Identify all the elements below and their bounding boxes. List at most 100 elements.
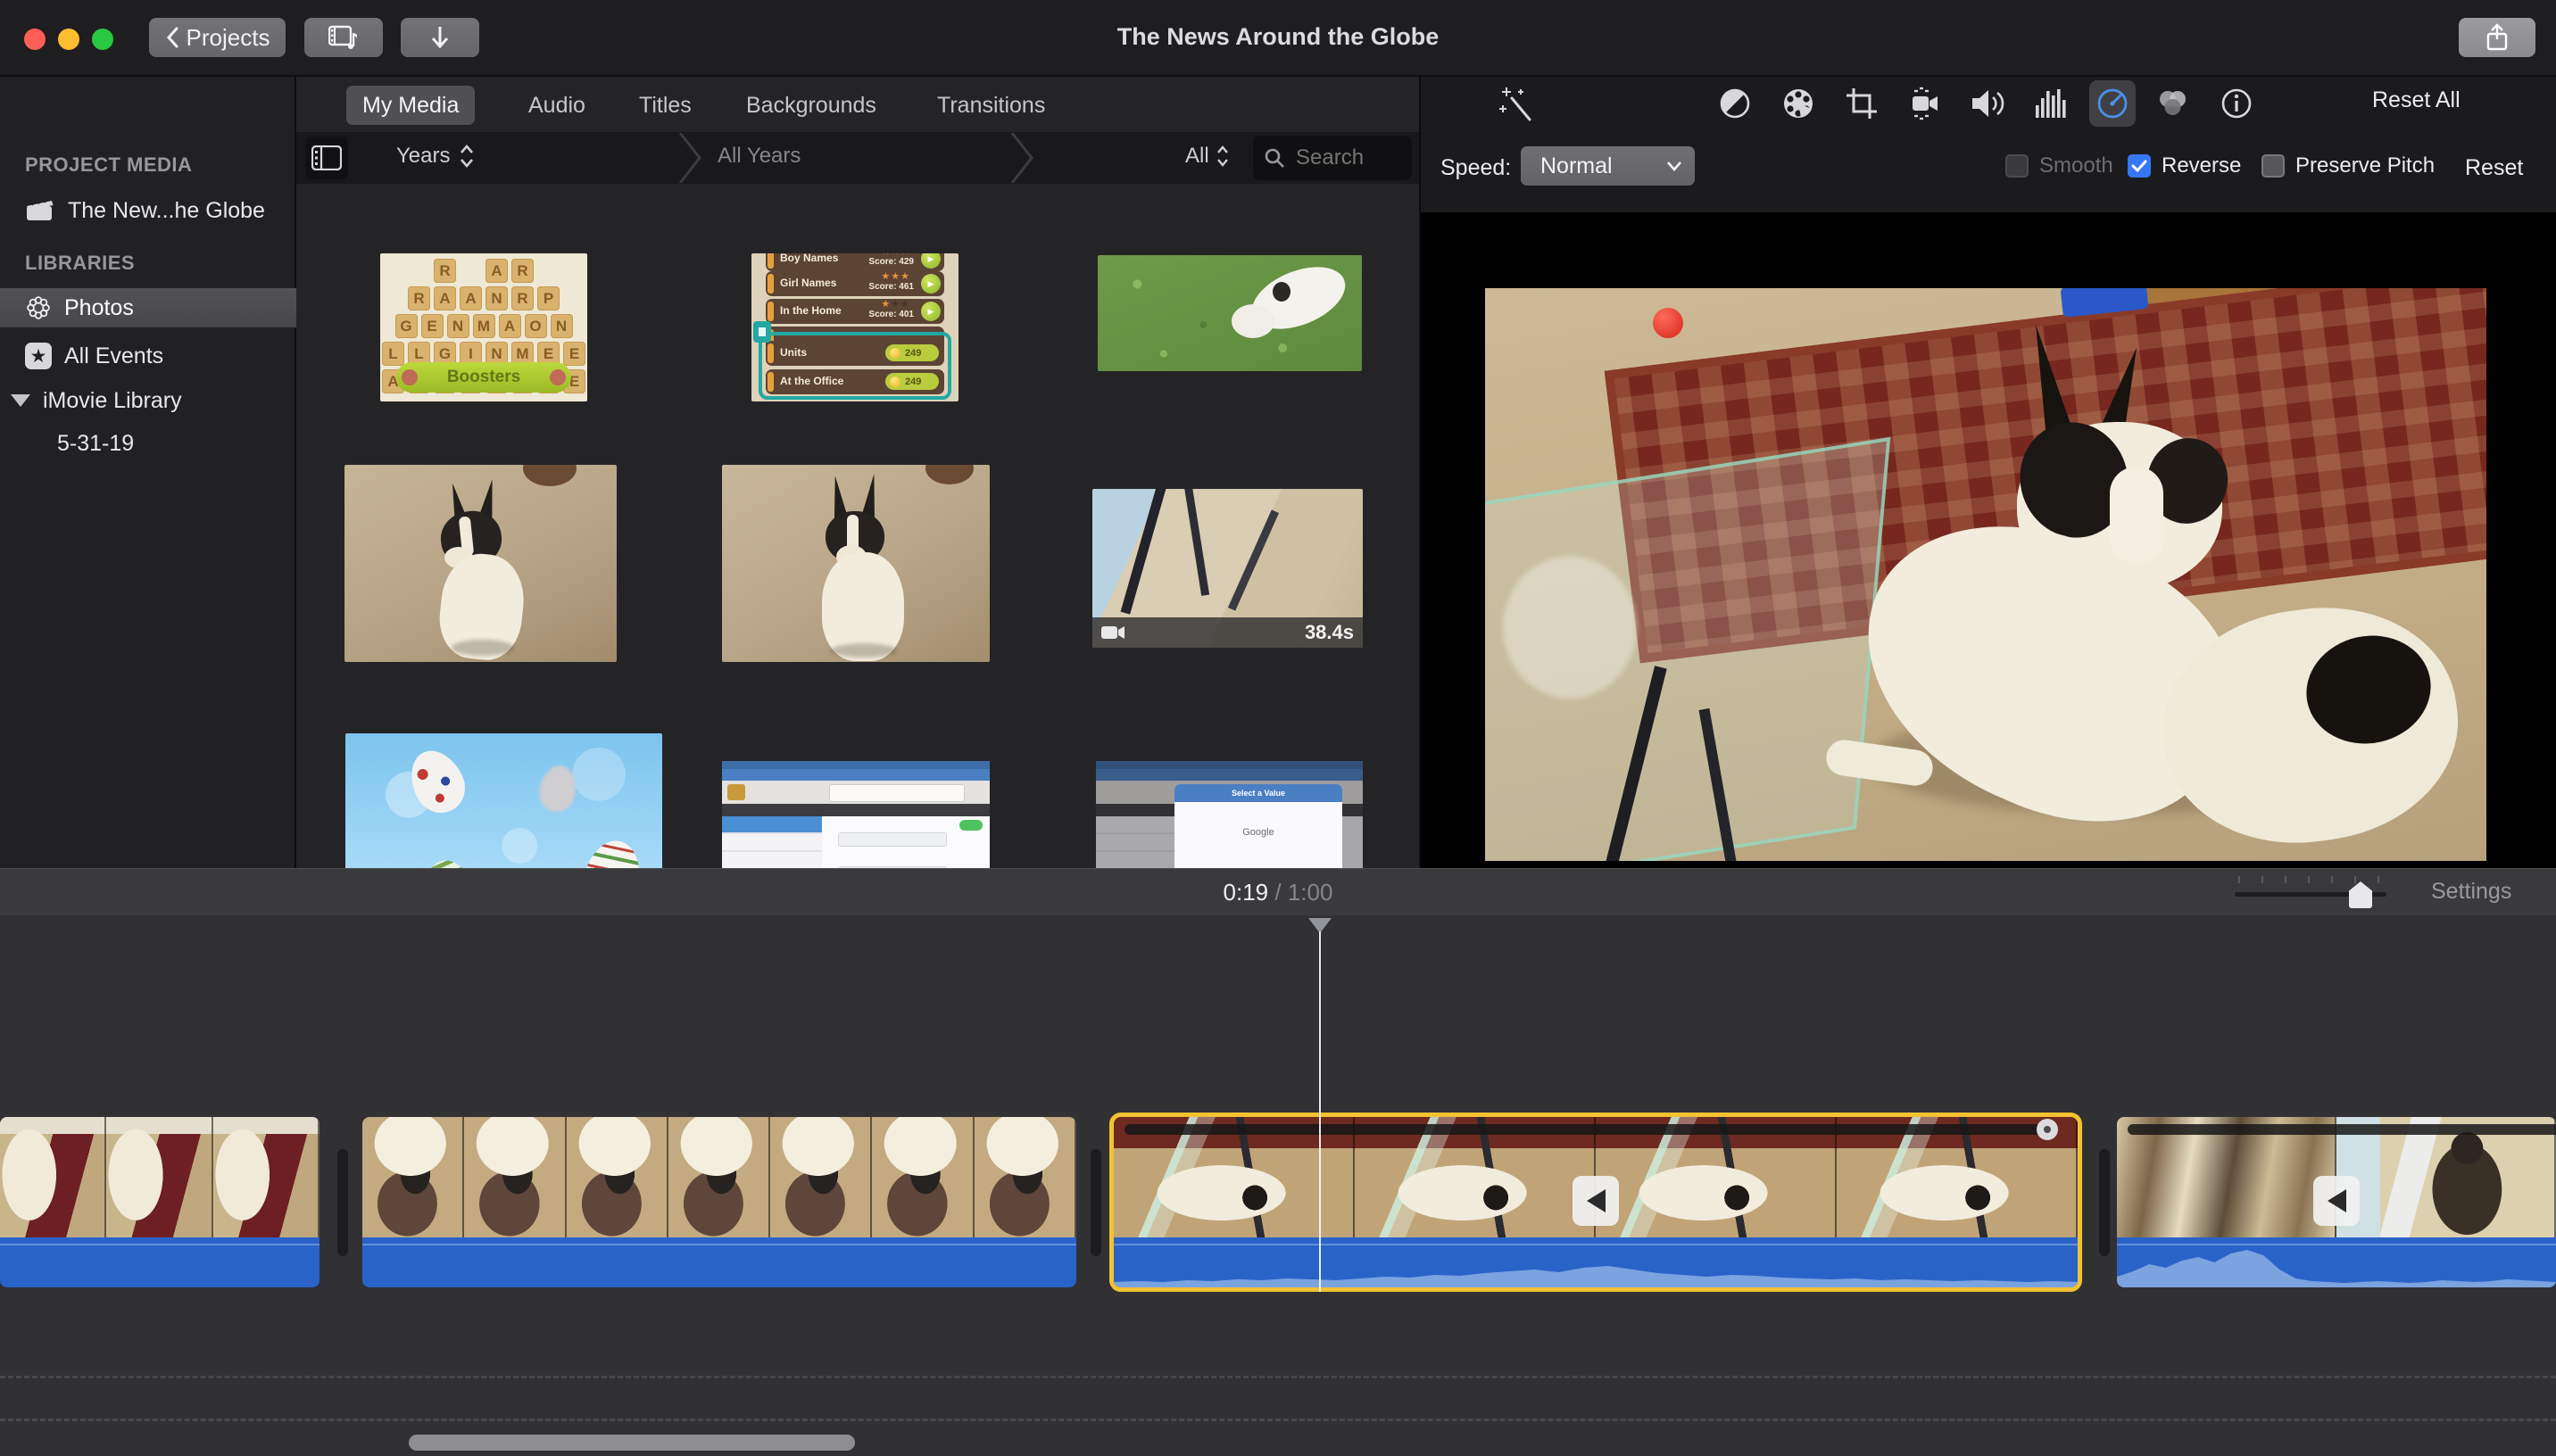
media-thumb-easter-eggs[interactable] [345, 733, 662, 868]
reverse-checkbox-group[interactable]: Reverse [2128, 153, 2241, 178]
sidebar-toggle-button[interactable] [305, 136, 348, 179]
libraries-header: LIBRARIES [25, 252, 136, 274]
media-thumb-dog-portrait-1[interactable] [344, 465, 617, 662]
play-level-button: ▶ [921, 302, 941, 321]
photos-flower-icon [25, 294, 52, 321]
video-frame[interactable] [1485, 288, 2486, 861]
letter-tile: A [434, 286, 456, 310]
playhead-line[interactable] [1319, 931, 1321, 1292]
timeline-clip-3-selected[interactable] [1109, 1113, 2082, 1292]
crop-icon [1846, 88, 1877, 119]
speaker-icon [1972, 90, 2004, 117]
sidebar-all-events-label: All Events [64, 343, 164, 368]
media-grid: RARRAANRPGENMAONLLGINMEEAPEPAYLE Booster… [296, 184, 1419, 868]
updown-chevrons-icon [1216, 145, 1228, 167]
media-thumb-word-game[interactable]: RARRAANRPGENMAONLLGINMEEAPEPAYLE Booster… [380, 253, 587, 401]
auto-enhance-button[interactable] [1494, 80, 1540, 127]
preserve-pitch-checkbox[interactable] [2261, 154, 2285, 178]
info-button[interactable] [2213, 80, 2260, 127]
project-media-header: PROJECT MEDIA [25, 153, 193, 176]
clip-gap-handle[interactable] [1091, 1149, 1101, 1256]
timeline-clip-4[interactable] [2117, 1117, 2556, 1287]
share-button[interactable] [2459, 18, 2535, 57]
clip-audio-track [2117, 1237, 2556, 1287]
timeline-zoom-slider[interactable] [2235, 876, 2395, 908]
timeline-clip-1[interactable] [0, 1117, 320, 1287]
sidebar-item-imovie-library[interactable]: iMovie Library [0, 381, 305, 420]
clip-audio-track [0, 1237, 320, 1287]
slider-thumb[interactable] [2349, 881, 2372, 908]
bookmark-icon [753, 321, 771, 343]
sidebar-event-label: 5-31-19 [57, 430, 135, 456]
letter-tile: L [382, 342, 404, 366]
red-ball-art [1653, 308, 1683, 338]
color-correction-button[interactable] [1775, 80, 1822, 127]
clip-speed-bar[interactable] [1124, 1124, 2047, 1135]
booster-dot [550, 369, 566, 385]
timeline-horizontal-scrollbar[interactable] [409, 1435, 855, 1451]
speed-label: Speed: [1440, 155, 1512, 180]
group-by-value: Years [396, 144, 451, 168]
volume-button[interactable] [1965, 80, 2012, 127]
disclosure-triangle-icon[interactable] [11, 394, 30, 407]
sidebar-item-photos[interactable]: Photos [0, 288, 320, 327]
breadcrumb-separator [1010, 133, 1033, 183]
letter-tile: N [550, 314, 573, 338]
media-thumb-ipad-screen-1[interactable] [722, 761, 990, 868]
speed-reset-button[interactable]: Reset [2465, 155, 2523, 181]
letter-tile: R [511, 259, 534, 283]
kind-filter-dropdown[interactable]: All [1185, 144, 1229, 169]
color-balance-button[interactable] [1712, 80, 1758, 127]
tab-audio[interactable]: Audio [512, 86, 602, 125]
teal-highlight-box [759, 332, 951, 400]
crop-button[interactable] [1838, 80, 1885, 127]
sidebar-imovie-library-label: iMovie Library [43, 387, 182, 413]
total-time: 1:00 [1287, 879, 1333, 906]
letter-tile: R [408, 286, 430, 310]
clip-gap-handle[interactable] [337, 1149, 348, 1256]
timeline[interactable] [0, 915, 2556, 1456]
sidebar-item-project[interactable]: The New...he Globe [0, 191, 320, 230]
tab-transitions[interactable]: Transitions [921, 86, 1061, 125]
media-thumb-video-clip[interactable]: 38.4s [1092, 489, 1363, 648]
media-thumb-ipad-screen-2[interactable]: Select a Value Google [1096, 761, 1363, 868]
preserve-pitch-checkbox-group[interactable]: Preserve Pitch [2261, 153, 2435, 178]
reverse-checkbox[interactable] [2128, 154, 2151, 178]
ipad-field-art [838, 832, 947, 847]
checkmark-icon [2131, 160, 2147, 172]
sidebar-item-all-events[interactable]: ★ All Events [0, 336, 320, 376]
video-camera-icon [1101, 625, 1126, 641]
reverse-label: Reverse [2162, 153, 2242, 178]
speed-handle[interactable] [2037, 1119, 2058, 1140]
timeline-settings-button[interactable]: Settings [2431, 879, 2511, 905]
game-menu-row: In the Home ★★★ Score: 401 ▶ [766, 299, 944, 324]
speed-value-dropdown[interactable]: Normal [1521, 146, 1695, 186]
ipad-sidebar-selected-art [722, 816, 822, 832]
share-icon [2485, 23, 2509, 52]
search-input[interactable] [1294, 145, 1405, 171]
tab-my-media[interactable]: My Media [346, 86, 476, 125]
clip-gap-handle[interactable] [2099, 1149, 2110, 1256]
boosters-label: Boosters [446, 368, 521, 386]
media-thumb-game-menu[interactable]: Boy Names★★★Score: 429▶Girl Names★★★Scor… [751, 253, 958, 401]
media-thumb-dog-grass[interactable] [1098, 255, 1362, 371]
search-field[interactable] [1253, 136, 1412, 180]
clip-speed-bar[interactable] [2128, 1124, 2556, 1135]
timeline-clip-2[interactable] [362, 1117, 1076, 1287]
group-by-dropdown[interactable]: Years [396, 144, 474, 169]
tab-titles[interactable]: Titles [623, 86, 708, 125]
speed-button[interactable] [2089, 80, 2136, 127]
stabilization-button[interactable] [1902, 80, 1948, 127]
smooth-checkbox[interactable] [2005, 154, 2029, 178]
media-thumb-dog-portrait-2[interactable] [722, 465, 990, 662]
smooth-checkbox-group[interactable]: Smooth [2005, 153, 2113, 178]
tab-backgrounds[interactable]: Backgrounds [730, 86, 892, 125]
tab-titles-label: Titles [639, 92, 692, 118]
color-wheel-icon [1784, 89, 1813, 118]
filmstrip-frame [0, 1117, 107, 1237]
reset-all-button[interactable]: Reset All [2372, 87, 2461, 113]
filmstrip-frame [362, 1117, 465, 1237]
noise-reduction-button[interactable] [2029, 80, 2075, 127]
filmstrip-frame [872, 1117, 975, 1237]
clip-filter-button[interactable] [2150, 80, 2196, 127]
